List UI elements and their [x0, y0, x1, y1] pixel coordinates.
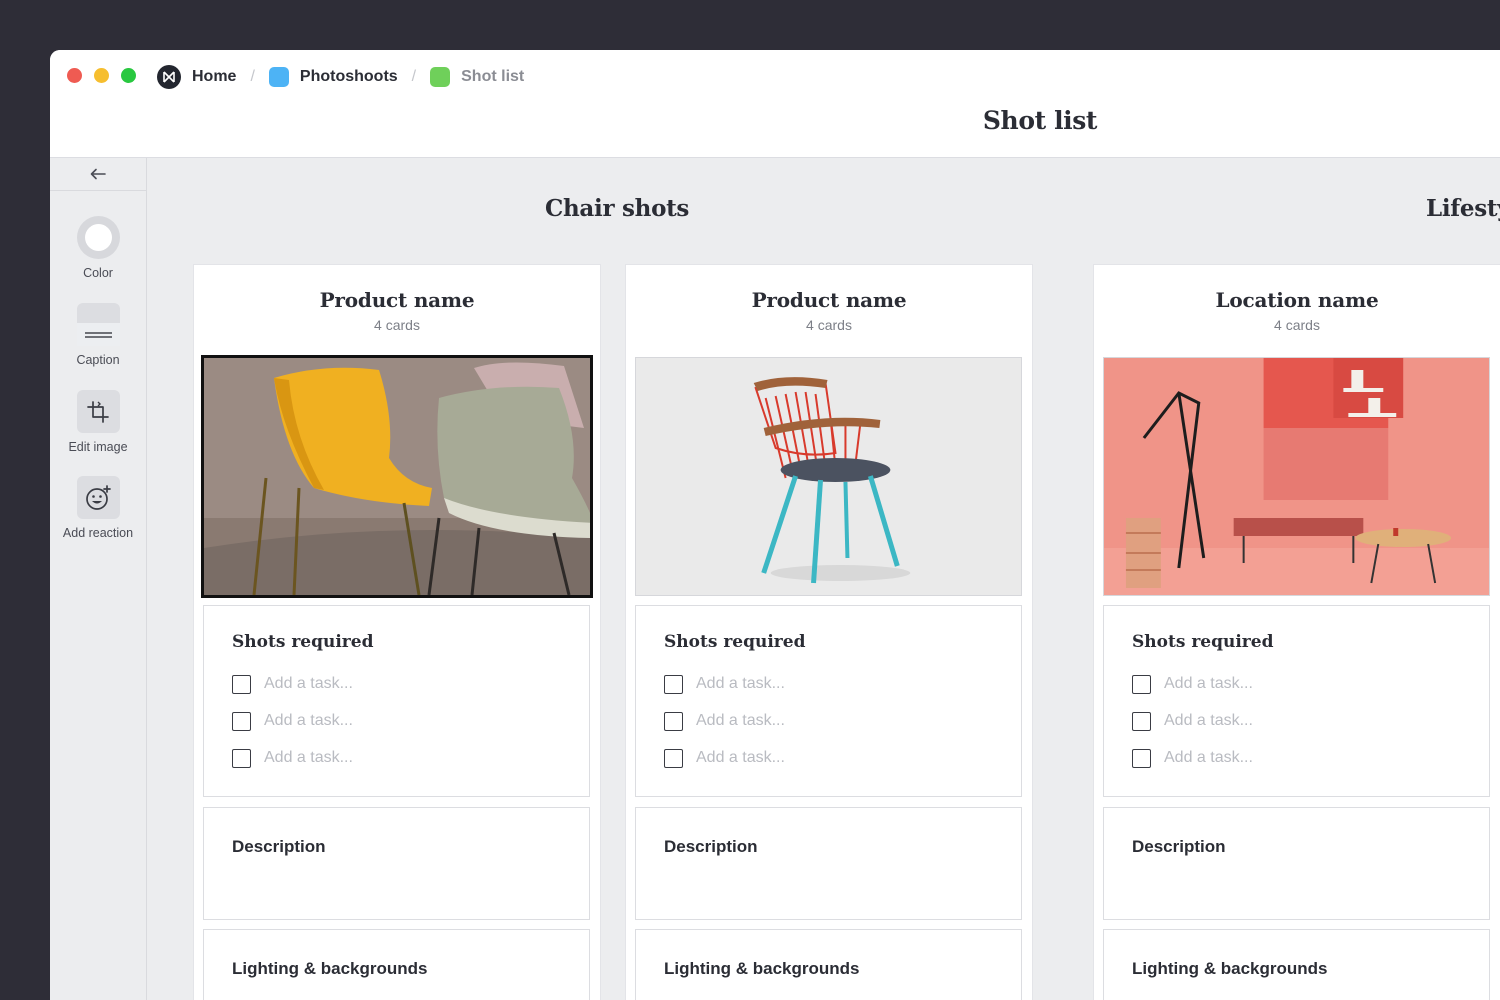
caption-icon[interactable] — [76, 303, 120, 346]
task-placeholder[interactable]: Add a task... — [696, 749, 785, 767]
arrow-left-icon — [90, 168, 106, 180]
lighting-card[interactable]: Lighting & backgrounds — [635, 929, 1022, 1000]
shots-required-card[interactable]: Shots required Add a task... Add a task.… — [203, 605, 590, 797]
edit-image-tool[interactable]: Edit image — [50, 390, 146, 454]
task-checkbox[interactable] — [664, 711, 683, 731]
task-item[interactable]: Add a task... — [1132, 710, 1253, 732]
column-title[interactable]: Product name — [194, 288, 600, 312]
image-card-chairs[interactable] — [201, 355, 593, 598]
section-title: Lighting & backgrounds — [232, 959, 428, 978]
board-icon — [268, 67, 289, 87]
image-card-windsor-chair[interactable] — [635, 357, 1022, 596]
tool-label: Edit image — [68, 440, 128, 454]
task-placeholder[interactable]: Add a task... — [264, 749, 353, 767]
section-title: Lighting & backgrounds — [1132, 959, 1328, 978]
lighting-card[interactable]: Lighting & backgrounds — [203, 929, 590, 1000]
task-checkbox[interactable] — [1132, 711, 1151, 731]
task-item[interactable]: Add a task... — [664, 710, 785, 732]
group-title-lifestyle[interactable]: Lifesty — [1426, 195, 1500, 222]
section-title: Description — [232, 837, 326, 856]
card-count: 4 cards — [374, 317, 420, 333]
description-card[interactable]: Description — [635, 807, 1022, 920]
pink-interior-photo — [1104, 358, 1489, 595]
tool-sidebar: Color Caption Edit image Add reaction — [50, 158, 147, 1000]
add-reaction-icon[interactable] — [76, 476, 120, 519]
image-card-pink-interior[interactable] — [1103, 357, 1490, 596]
section-title: Shots required — [1132, 632, 1274, 652]
add-reaction-tool[interactable]: Add reaction — [50, 476, 146, 540]
card-count: 4 cards — [806, 317, 852, 333]
breadcrumb-photoshoots[interactable]: Photoshoots — [268, 67, 398, 87]
task-placeholder[interactable]: Add a task... — [1164, 749, 1253, 767]
group-title-chair-shots[interactable]: Chair shots — [545, 195, 689, 222]
workspace-logo-icon — [157, 65, 181, 89]
task-item[interactable]: Add a task... — [1132, 673, 1253, 695]
board-icon — [430, 67, 451, 87]
task-placeholder[interactable]: Add a task... — [696, 675, 785, 693]
section-title: Shots required — [664, 632, 806, 652]
shots-required-card[interactable]: Shots required Add a task... Add a task.… — [635, 605, 1022, 797]
description-card[interactable]: Description — [203, 807, 590, 920]
task-item[interactable]: Add a task... — [232, 710, 353, 732]
maximize-window-button[interactable] — [121, 68, 136, 83]
task-placeholder[interactable]: Add a task... — [696, 712, 785, 730]
task-placeholder[interactable]: Add a task... — [1164, 712, 1253, 730]
color-tool[interactable]: Color — [50, 216, 146, 280]
chairs-photo — [204, 358, 590, 595]
task-checkbox[interactable] — [232, 748, 251, 768]
column-title[interactable]: Location name — [1094, 288, 1500, 312]
task-placeholder[interactable]: Add a task... — [264, 712, 353, 730]
breadcrumb-separator: / — [250, 68, 255, 85]
app-window: Home / Photoshoots / Shot list Shot list… — [50, 50, 1500, 1000]
task-checkbox[interactable] — [664, 674, 683, 694]
task-item[interactable]: Add a task... — [232, 747, 353, 769]
tool-label: Add reaction — [62, 526, 134, 540]
breadcrumb-home[interactable]: Home — [157, 65, 236, 89]
breadcrumb-label: Shot list — [461, 68, 525, 85]
breadcrumb-label: Photoshoots — [299, 68, 398, 85]
column-location[interactable]: Location name 4 cards Shots required Add… — [1094, 265, 1500, 1000]
task-item[interactable]: Add a task... — [664, 747, 785, 769]
page-title[interactable]: Shot list — [50, 106, 1500, 135]
title-bar: Home / Photoshoots / Shot list Shot list — [50, 50, 1500, 158]
color-swatch-icon[interactable] — [76, 216, 120, 259]
windsor-chair-photo — [636, 358, 1021, 595]
tool-label: Caption — [76, 353, 120, 367]
shots-required-card[interactable]: Shots required Add a task... Add a task.… — [1103, 605, 1490, 797]
board-canvas[interactable]: Chair shots Lifesty Product name 4 cards — [147, 158, 1500, 1000]
breadcrumb-label: Home — [192, 68, 237, 85]
back-button[interactable] — [50, 158, 146, 191]
task-item[interactable]: Add a task... — [1132, 747, 1253, 769]
card-count: 4 cards — [1274, 317, 1320, 333]
caption-tool[interactable]: Caption — [50, 303, 146, 367]
section-title: Description — [1132, 837, 1226, 856]
task-placeholder[interactable]: Add a task... — [1164, 675, 1253, 693]
breadcrumb-separator: / — [411, 68, 417, 85]
task-checkbox[interactable] — [232, 711, 251, 731]
section-title: Lighting & backgrounds — [664, 959, 860, 978]
column-product-2[interactable]: Product name 4 cards Shots required Add … — [626, 265, 1032, 1000]
description-card[interactable]: Description — [1103, 807, 1490, 920]
task-placeholder[interactable]: Add a task... — [264, 675, 353, 693]
minimize-window-button[interactable] — [94, 68, 109, 83]
task-checkbox[interactable] — [232, 674, 251, 694]
column-product-1[interactable]: Product name 4 cards Shots required Add … — [194, 265, 600, 1000]
task-checkbox[interactable] — [664, 748, 683, 768]
breadcrumb: Home / Photoshoots / Shot list — [157, 64, 524, 90]
section-title: Description — [664, 837, 758, 856]
column-title[interactable]: Product name — [626, 288, 1032, 312]
crop-icon[interactable] — [76, 390, 120, 433]
breadcrumb-shot-list[interactable]: Shot list — [430, 67, 524, 87]
task-checkbox[interactable] — [1132, 748, 1151, 768]
task-item[interactable]: Add a task... — [232, 673, 353, 695]
section-title: Shots required — [232, 632, 374, 652]
tool-label: Color — [83, 266, 113, 280]
lighting-card[interactable]: Lighting & backgrounds — [1103, 929, 1490, 1000]
task-item[interactable]: Add a task... — [664, 673, 785, 695]
task-checkbox[interactable] — [1132, 674, 1151, 694]
close-window-button[interactable] — [67, 68, 82, 83]
